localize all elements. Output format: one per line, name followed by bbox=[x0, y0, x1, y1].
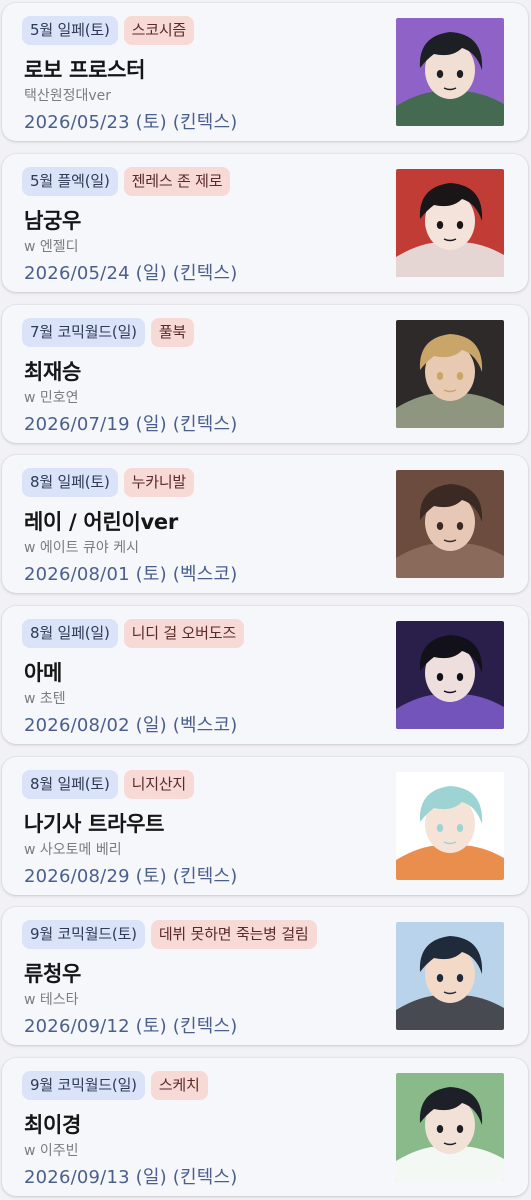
event-date: 2026/09/13 (일) (킨텍스) bbox=[24, 1167, 238, 1188]
event-date: 2026/08/01 (토) (벡스코) bbox=[24, 564, 238, 585]
event-tag: 8월 일페(토) bbox=[22, 770, 118, 799]
series-tag: 스코시즘 bbox=[123, 16, 195, 45]
character-thumbnail bbox=[396, 621, 504, 729]
event-card[interactable]: 5월 플엑(일) 젠레스 존 제로남궁우 w 엔젤디 2026/05/24 (일) (… bbox=[2, 154, 528, 292]
event-card[interactable]: 5월 일페(토) 스코시즘로보 프로스터택산원정대ver 2026/05/23 (토… bbox=[2, 3, 528, 141]
event-tag: 9월 코믹월드(일) bbox=[22, 1071, 145, 1100]
subtitle: w 이주빈 bbox=[24, 1143, 79, 1159]
character-name: 레이 / 어린이ver bbox=[24, 510, 178, 534]
tag-row: 7월 코믹월드(일) 풀북 bbox=[22, 318, 195, 347]
event-date: 2026/05/24 (일) (킨텍스) bbox=[24, 263, 238, 284]
series-tag: 스케치 bbox=[150, 1071, 208, 1100]
subtitle: 택산원정대ver bbox=[24, 88, 112, 104]
event-tag: 8월 일페(일) bbox=[22, 619, 118, 648]
event-date: 2026/07/19 (일) (킨텍스) bbox=[24, 414, 238, 435]
character-thumbnail bbox=[396, 169, 504, 277]
series-tag: 누카니발 bbox=[123, 468, 195, 497]
character-thumbnail bbox=[396, 18, 504, 126]
character-name: 남궁우 bbox=[24, 209, 82, 233]
character-name: 로보 프로스터 bbox=[24, 58, 146, 82]
series-tag: 니지산지 bbox=[123, 770, 195, 799]
tag-row: 5월 일페(토) 스코시즘 bbox=[22, 16, 195, 45]
schedule-list: 5월 일페(토) 스코시즘로보 프로스터택산원정대ver 2026/05/23 (토… bbox=[0, 0, 531, 1200]
event-date: 2026/09/12 (토) (킨텍스) bbox=[24, 1016, 238, 1037]
character-thumbnail bbox=[396, 470, 504, 578]
character-name: 최재승 bbox=[24, 360, 82, 384]
event-card[interactable]: 8월 일페(일) 니디 걸 오버도즈아메 w 초텐 2026/08/02 (일) (벡… bbox=[2, 606, 528, 744]
event-tag: 5월 일페(토) bbox=[22, 16, 118, 45]
event-tag: 5월 플엑(일) bbox=[22, 167, 118, 196]
subtitle: w 테스타 bbox=[24, 992, 79, 1008]
event-card[interactable]: 8월 일페(토) 니지산지나기사 트라우트 w 사오토메 베리 2026/08/29 … bbox=[2, 757, 528, 895]
character-name: 나기사 트라우트 bbox=[24, 812, 165, 836]
event-tag: 9월 코믹월드(토) bbox=[22, 920, 145, 949]
series-tag: 데뷔 못하면 죽는병 걸림 bbox=[150, 920, 317, 949]
series-tag: 니디 걸 오버도즈 bbox=[123, 619, 244, 648]
event-date: 2026/05/23 (토) (킨텍스) bbox=[24, 112, 238, 133]
character-name: 아메 bbox=[24, 661, 63, 685]
subtitle: w 엔젤디 bbox=[24, 239, 79, 255]
tag-row: 8월 일페(일) 니디 걸 오버도즈 bbox=[22, 619, 244, 648]
character-name: 류청우 bbox=[24, 962, 82, 986]
series-tag: 젠레스 존 제로 bbox=[123, 167, 231, 196]
event-card[interactable]: 8월 일페(토) 누카니발레이 / 어린이ver w 에이트 큐야 케시 2026/0… bbox=[2, 455, 528, 593]
event-date: 2026/08/29 (토) (킨텍스) bbox=[24, 866, 238, 887]
tag-row: 5월 플엑(일) 젠레스 존 제로 bbox=[22, 167, 231, 196]
series-tag: 풀북 bbox=[150, 318, 195, 347]
subtitle: w 사오토메 베리 bbox=[24, 842, 122, 858]
character-thumbnail bbox=[396, 922, 504, 1030]
character-thumbnail bbox=[396, 320, 504, 428]
event-date: 2026/08/02 (일) (벡스코) bbox=[24, 715, 238, 736]
event-card[interactable]: 9월 코믹월드(일) 스케치최이경 w 이주빈 2026/09/13 (일) (킨텍스… bbox=[2, 1058, 528, 1196]
subtitle: w 에이트 큐야 케시 bbox=[24, 540, 139, 556]
character-thumbnail bbox=[396, 772, 504, 880]
event-tag: 7월 코믹월드(일) bbox=[22, 318, 145, 347]
event-card[interactable]: 7월 코믹월드(일) 풀북최재승 w 민호연 2026/07/19 (일) (킨텍스) bbox=[2, 305, 528, 443]
character-name: 최이경 bbox=[24, 1113, 82, 1137]
tag-row: 9월 코믹월드(토) 데뷔 못하면 죽는병 걸림 bbox=[22, 920, 317, 949]
character-thumbnail bbox=[396, 1073, 504, 1181]
subtitle: w 민호연 bbox=[24, 390, 79, 406]
tag-row: 9월 코믹월드(일) 스케치 bbox=[22, 1071, 208, 1100]
tag-row: 8월 일페(토) 니지산지 bbox=[22, 770, 195, 799]
tag-row: 8월 일페(토) 누카니발 bbox=[22, 468, 195, 497]
event-card[interactable]: 9월 코믹월드(토) 데뷔 못하면 죽는병 걸림류청우 w 테스타 2026/09/1… bbox=[2, 907, 528, 1045]
event-tag: 8월 일페(토) bbox=[22, 468, 118, 497]
subtitle: w 초텐 bbox=[24, 691, 66, 707]
